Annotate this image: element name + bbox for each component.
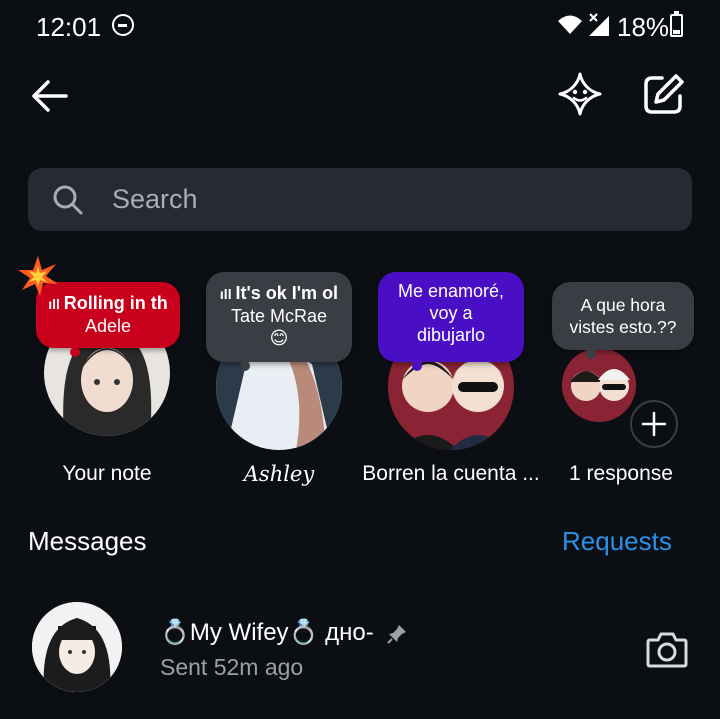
back-arrow-icon[interactable]	[26, 72, 74, 120]
note-caption: 1 response	[569, 462, 673, 485]
chat-name-text: 💍My Wifey💍 дно-	[160, 619, 374, 646]
note-caption: Your note	[62, 462, 152, 485]
chat-row[interactable]: 💍My Wifey💍 дно- Sent 52m ago	[0, 590, 720, 700]
note-caption: Borren la cuenta ...	[362, 462, 540, 485]
note-borren-la-cuenta[interactable]: Me enamoré, voy a dibujarlo Borren la cu…	[362, 250, 540, 500]
ai-sparkle-icon[interactable]	[556, 70, 604, 118]
note-artist: Adele	[84, 316, 132, 336]
note-text-line: A que hora	[580, 295, 666, 315]
music-icon: ıll	[48, 296, 64, 312]
battery-percent: 18%	[617, 12, 670, 42]
note-text-line: dibujarlo	[416, 325, 486, 345]
compose-icon[interactable]	[640, 70, 688, 118]
note-bubble: Me enamoré, voy a dibujarlo	[378, 272, 524, 371]
signal-icon	[589, 13, 609, 36]
plus-icon	[641, 411, 667, 437]
music-icon: ıll	[219, 286, 236, 302]
avatar	[562, 348, 636, 422]
do-not-disturb-icon	[112, 14, 134, 36]
avatar	[32, 602, 122, 692]
chat-subtitle: Sent 52m ago	[160, 654, 304, 680]
note-text-line: Me enamoré,	[397, 281, 505, 301]
search-placeholder: Search	[112, 184, 198, 214]
requests-link[interactable]: Requests	[562, 526, 672, 557]
search-icon	[53, 185, 83, 215]
note-caption: Ashley	[243, 462, 315, 486]
messages-title: Messages	[28, 526, 147, 556]
note-bubble: ıll It's ok I'm ol Tate McRae 😊	[206, 272, 352, 371]
chat-name: 💍My Wifey💍 дно-	[160, 618, 408, 647]
add-note-button[interactable]	[630, 400, 678, 448]
note-your-note[interactable]: ıll Rolling in th Adele Your note	[18, 250, 192, 500]
note-text-line: vistes esto.??	[569, 317, 677, 337]
wifi-icon	[558, 15, 582, 34]
note-artist: Tate McRae	[230, 306, 328, 326]
note-song: It's ok I'm ol	[235, 283, 339, 303]
battery-icon	[670, 11, 683, 37]
pin-icon	[387, 624, 407, 644]
note-song: Rolling in th	[63, 293, 168, 313]
search-input[interactable]: Search	[28, 168, 692, 231]
note-ashley[interactable]: ıll It's ok I'm ol Tate McRae 😊 Ashley	[196, 250, 366, 500]
camera-icon[interactable]	[646, 630, 688, 668]
note-bubble: A que hora vistes esto.??	[552, 282, 694, 359]
note-response[interactable]: A que hora vistes esto.?? 1 response	[544, 250, 714, 500]
burst-icon	[18, 256, 58, 296]
note-text-line: voy a	[429, 303, 473, 323]
note-emoji: 😊	[269, 328, 289, 348]
status-time: 12:01	[36, 12, 102, 42]
